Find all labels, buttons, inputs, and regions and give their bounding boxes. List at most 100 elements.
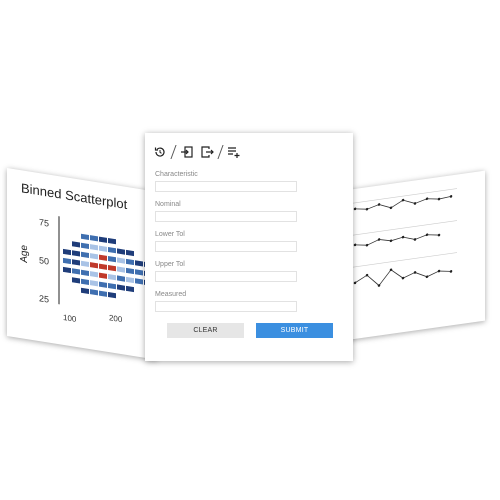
x-tick-200: 200 <box>109 313 123 324</box>
import-icon[interactable] <box>180 145 194 159</box>
binned-scatterplot-panel: Binned Scatterplot Age 75 50 25 100 200 <box>7 168 157 360</box>
heatmap-bin <box>90 280 98 287</box>
heatmap-bin <box>81 278 89 285</box>
series-point <box>449 195 453 198</box>
export-icon[interactable] <box>200 145 214 159</box>
heatmap-bin <box>90 235 98 242</box>
dialog-toolbar <box>153 144 241 160</box>
heatmap-bin <box>135 278 143 285</box>
heatmap-bin <box>81 260 89 267</box>
heatmap-bin <box>108 273 116 281</box>
series-point <box>437 233 441 237</box>
y-tick-75: 75 <box>39 217 49 229</box>
heatmap-bin <box>117 248 125 255</box>
series-point <box>389 206 393 210</box>
toolbar-separator <box>170 145 177 159</box>
heatmap-bin <box>135 260 143 267</box>
heatmap-bin <box>99 281 107 288</box>
series-point <box>437 197 441 201</box>
heatmap-bin <box>108 255 116 263</box>
clear-button[interactable]: CLEAR <box>167 323 244 338</box>
binned-scatterplot: Age 75 50 25 100 200 <box>19 216 152 324</box>
series-point <box>353 207 357 211</box>
heatmap-bin <box>72 241 80 248</box>
heatmap-bin <box>108 237 116 245</box>
add-list-icon[interactable] <box>227 145 241 159</box>
nominal-input[interactable] <box>155 211 297 222</box>
heatmap-bin <box>99 245 107 252</box>
lower-tol-field: Lower Tol <box>155 231 297 252</box>
heatmap-bin <box>90 262 98 269</box>
heatmap-bin <box>108 246 116 254</box>
upper-tol-label: Upper Tol <box>155 261 185 268</box>
toolbar-separator <box>217 145 224 159</box>
y-axis-label: Age <box>19 244 30 264</box>
heatmap-bin <box>90 244 98 251</box>
lower-tol-label: Lower Tol <box>155 231 185 238</box>
heatmap-bin <box>90 253 98 260</box>
measured-label: Measured <box>155 291 187 298</box>
series-point <box>413 202 417 205</box>
history-icon[interactable] <box>153 145 167 159</box>
heatmap-bin <box>126 267 134 275</box>
series-baseline <box>351 220 457 236</box>
upper-tol-input[interactable] <box>155 271 297 282</box>
line-series <box>351 188 457 287</box>
lower-tol-input[interactable] <box>155 241 297 252</box>
heatmap-bin <box>126 285 134 293</box>
series-point <box>353 243 357 247</box>
line-charts <box>351 188 457 287</box>
series-baseline <box>351 252 457 268</box>
heatmap-bin <box>126 276 134 284</box>
heatmap-bin <box>108 264 116 272</box>
series-point <box>425 275 429 279</box>
heatmap-bin <box>63 257 71 265</box>
series-baseline <box>351 188 457 204</box>
series-point <box>425 233 429 237</box>
measurement-form: Characteristic Nominal Lower Tol Upper T… <box>155 171 297 321</box>
heatmap-bin <box>117 284 125 291</box>
heatmap-bin <box>72 277 80 284</box>
series-point <box>401 235 405 239</box>
heatmap-bin <box>99 272 107 279</box>
heatmap-bin <box>90 271 98 278</box>
series-point <box>389 239 393 243</box>
x-tick-100: 100 <box>63 313 77 324</box>
heatmap-bin <box>81 287 89 294</box>
series-point <box>437 269 441 273</box>
heatmap-bin <box>135 269 143 276</box>
series-point <box>413 271 417 274</box>
series-point <box>449 270 453 273</box>
heatmap-bin <box>63 248 71 256</box>
heatmap-bin <box>81 233 89 240</box>
heatmap-bin <box>72 250 80 257</box>
heatmap-bin <box>81 251 89 258</box>
series-point <box>365 243 369 247</box>
upper-tol-field: Upper Tol <box>155 261 297 282</box>
heatmap-bin <box>81 242 89 249</box>
heatmap-bin <box>90 289 98 296</box>
series-point <box>377 203 381 206</box>
characteristic-field: Characteristic <box>155 171 297 192</box>
heatmap-bin <box>99 263 107 270</box>
heatmap-bin <box>117 275 125 282</box>
series-point <box>425 197 429 201</box>
submit-button[interactable]: SUBMIT <box>256 323 333 338</box>
measured-field: Measured <box>155 291 297 312</box>
y-tick-25: 25 <box>39 293 49 305</box>
heatmap-bin <box>63 266 71 274</box>
heatmap-bin <box>72 268 80 275</box>
nominal-field: Nominal <box>155 201 297 222</box>
characteristic-input[interactable] <box>155 181 297 192</box>
heatmap-bin <box>117 257 125 264</box>
y-tick-50: 50 <box>39 255 49 267</box>
nominal-label: Nominal <box>155 201 181 208</box>
line-chart-panel <box>347 170 485 340</box>
series-point <box>413 238 417 241</box>
measurement-dialog: Characteristic Nominal Lower Tol Upper T… <box>145 133 353 361</box>
series-point <box>377 238 381 241</box>
heatmap-bin <box>126 249 134 257</box>
measured-input[interactable] <box>155 301 297 312</box>
heatmap-bin <box>99 236 107 243</box>
heatmap-bin <box>117 266 125 273</box>
